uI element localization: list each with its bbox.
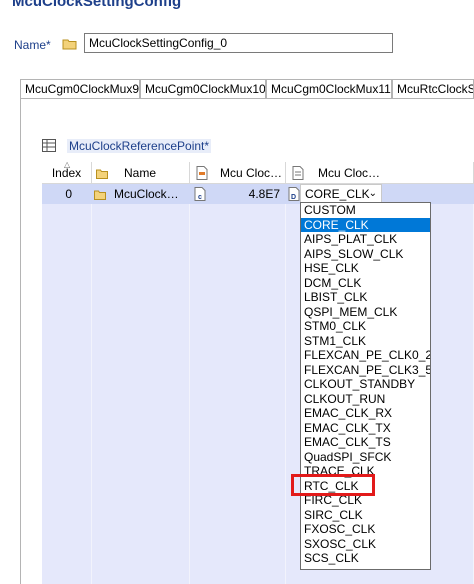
dropdown-option[interactable]: SXOSC_CLK xyxy=(301,537,430,552)
dropdown-option[interactable]: HSE_CLK xyxy=(301,261,430,276)
clock-dropdown-list[interactable]: CUSTOM CORE_CLK AIPS_PLAT_CLK AIPS_SLOW_CLK… xyxy=(300,202,431,570)
index-column xyxy=(42,184,92,584)
dropdown-option[interactable]: CORE_CLK xyxy=(301,217,430,232)
dropdown-option[interactable]: CUSTOM xyxy=(301,203,430,218)
folder-icon xyxy=(96,169,108,179)
folder-icon xyxy=(62,39,77,50)
dropdown-option[interactable]: SIRC_CLK xyxy=(301,508,430,523)
window-title: McuClockSettingConfig xyxy=(12,0,182,10)
clock-select-value: CORE_CLK xyxy=(305,187,370,201)
dropdown-option[interactable]: STM1_CLK xyxy=(301,334,430,349)
dropdown-option[interactable]: SCS_CLK xyxy=(301,551,430,566)
clock-select[interactable]: CORE_CLK ⌄ xyxy=(300,184,382,204)
tab-mux10[interactable]: McuCgm0ClockMux10 xyxy=(140,79,266,98)
svg-text:c: c xyxy=(198,194,202,201)
name-label: Name* xyxy=(14,38,51,52)
table-icon xyxy=(42,139,56,152)
row-index: 0 xyxy=(65,187,72,201)
section-title[interactable]: McuClockReferencePoint* xyxy=(67,139,212,153)
row-frequency[interactable]: 4.8E7 xyxy=(210,184,280,204)
frequency-column xyxy=(190,184,286,584)
svg-text:D: D xyxy=(291,194,296,201)
tab-mux11[interactable]: McuCgm0ClockMux11 xyxy=(266,79,392,98)
dropdown-option[interactable]: STM0_CLK xyxy=(301,319,430,334)
reference-icon: D xyxy=(288,187,300,201)
sort-icon: △ xyxy=(64,160,71,169)
row-name[interactable]: McuClock… xyxy=(114,184,188,204)
dropdown-option[interactable]: DCM_CLK xyxy=(301,276,430,291)
dropdown-option[interactable]: CLKOUT_RUN xyxy=(301,392,430,407)
dropdown-option[interactable]: QSPI_MEM_CLK xyxy=(301,305,430,320)
document-icon xyxy=(196,166,208,180)
name-field[interactable]: McuClockSettingConfig_0 xyxy=(84,33,393,53)
dropdown-option[interactable]: FLEXCAN_PE_CLK3_5 xyxy=(301,363,430,378)
dropdown-option[interactable]: EMAC_CLK_TS xyxy=(301,435,430,450)
header-reference[interactable]: Mcu Cloc… xyxy=(286,162,474,184)
dropdown-option[interactable]: LBIST_CLK xyxy=(301,290,430,305)
document-icon xyxy=(292,166,304,180)
dropdown-option[interactable]: FLEXCAN_PE_CLK0_2 xyxy=(301,348,430,363)
folder-icon xyxy=(94,190,106,200)
dropdown-option[interactable]: EMAC_CLK_RX xyxy=(301,406,430,421)
dropdown-option[interactable]: CLKOUT_STANDBY xyxy=(301,377,430,392)
tab-rtc-clock[interactable]: McuRtcClockSe xyxy=(392,79,474,98)
dropdown-option[interactable]: EMAC_CLK_TX xyxy=(301,421,430,436)
clock-value-icon: c xyxy=(194,187,206,201)
highlight-box xyxy=(291,474,375,496)
dropdown-option[interactable]: QuadSPI_SFCK xyxy=(301,450,430,465)
tab-mux9[interactable]: McuCgm0ClockMux9 xyxy=(20,79,140,98)
dropdown-option[interactable]: AIPS_SLOW_CLK xyxy=(301,247,430,262)
dropdown-option[interactable]: AIPS_PLAT_CLK xyxy=(301,232,430,247)
dropdown-option[interactable]: FXOSC_CLK xyxy=(301,522,430,537)
name-column xyxy=(92,184,190,584)
chevron-down-icon[interactable]: ⌄ xyxy=(369,185,377,203)
